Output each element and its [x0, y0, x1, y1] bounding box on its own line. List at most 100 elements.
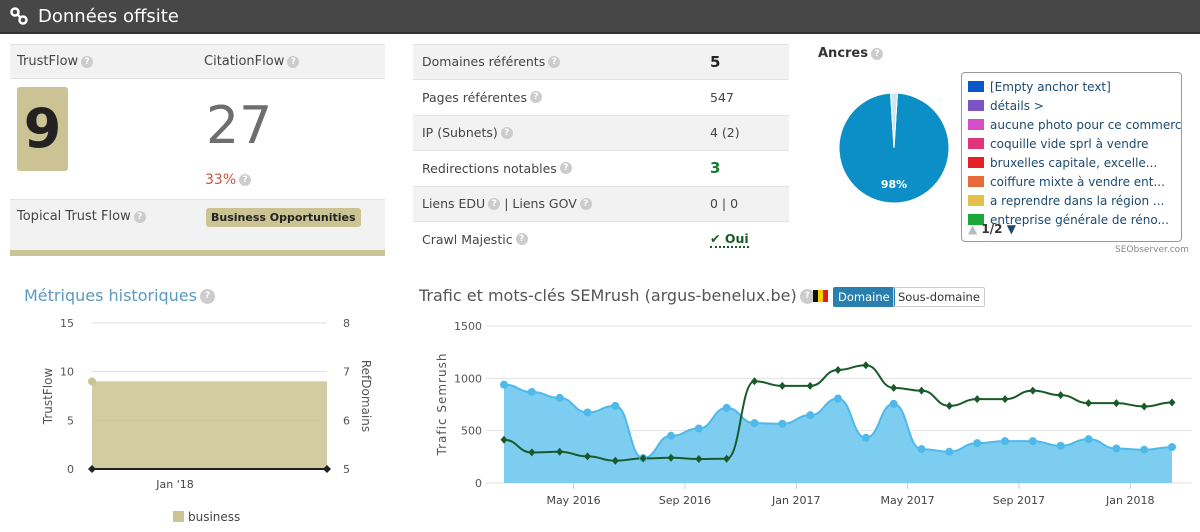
legend-item[interactable]: coquille vide sprl à vendre	[968, 134, 1181, 153]
history-chart: 0 5 5 6 10 7 15 8 Jan '18 TrustFlow RefDomains busi…	[41, 317, 373, 524]
stat-label: Crawl Majestic	[422, 231, 513, 247]
keywords-point[interactable]	[890, 383, 898, 392]
traffic-point[interactable]	[917, 445, 926, 454]
keywords-point[interactable]	[1140, 402, 1148, 411]
traffic-point[interactable]	[861, 433, 870, 442]
traffic-point[interactable]	[750, 419, 759, 428]
keywords-point[interactable]	[834, 365, 842, 374]
keywords-point[interactable]	[918, 386, 925, 395]
stat-row: Liens EDU? | Liens GOV? 0 | 0	[413, 186, 789, 222]
tab-domain[interactable]: Domaine	[833, 287, 895, 307]
traffic-point[interactable]	[583, 408, 592, 417]
help-icon[interactable]: ?	[133, 210, 146, 223]
y-axis-label: Trafic Semrush	[435, 353, 449, 457]
x-tick-label: Jan 2018	[1105, 494, 1154, 507]
keywords-point[interactable]	[1168, 398, 1176, 407]
help-icon[interactable]: ?	[515, 233, 528, 246]
legend-item[interactable]: aucune photo pour ce commerce	[968, 115, 1181, 134]
help-icon[interactable]: ?	[287, 55, 300, 68]
crawl-status[interactable]: ✔ Oui	[710, 231, 749, 248]
help-icon[interactable]: ?	[559, 162, 572, 175]
semrush-title: Trafic et mots-clés SEMrush (argus-benel…	[419, 286, 815, 305]
traffic-point[interactable]	[889, 399, 898, 408]
traffic-point[interactable]	[1084, 435, 1093, 444]
ratio-value: 33%?	[205, 172, 252, 188]
x-tick-label: Sep 2016	[659, 494, 711, 507]
traffic-point[interactable]	[500, 380, 508, 389]
stat-row: Pages référentes? 547	[413, 80, 789, 116]
y2-tick-label: 7	[343, 366, 350, 379]
belgium-flag-icon	[813, 290, 828, 302]
prev-page-icon[interactable]: ▲	[968, 222, 977, 236]
next-page-icon[interactable]: ▼	[1007, 222, 1016, 236]
help-icon[interactable]: ?	[239, 174, 252, 186]
legend-label: [Empty anchor text]	[990, 79, 1111, 94]
flow-metrics: TrustFlow? CitationFlow? 9 27 33%? Topic…	[10, 44, 385, 256]
legend-label: aucune photo pour ce commerce	[990, 117, 1182, 132]
legend-item[interactable]: détails >	[968, 96, 1181, 115]
traffic-point[interactable]	[1028, 437, 1037, 446]
keywords-point[interactable]	[862, 361, 870, 370]
stat-value: 4 (2)	[710, 125, 740, 141]
traffic-point[interactable]	[667, 431, 675, 440]
trustflow-label: TrustFlow?	[17, 54, 94, 69]
help-icon[interactable]: ?	[529, 91, 542, 104]
traffic-point[interactable]	[806, 411, 815, 420]
legend-swatch	[968, 157, 984, 168]
link-icon	[10, 7, 28, 25]
traffic-point[interactable]	[722, 403, 731, 412]
stat-value: 5	[710, 52, 721, 71]
help-icon[interactable]: ?	[488, 197, 501, 210]
help-icon[interactable]: ?	[81, 55, 94, 68]
stat-label: Redirections notables	[422, 160, 557, 176]
legend-item[interactable]: bruxelles capitale, excelle...	[968, 153, 1181, 172]
traffic-point[interactable]	[1168, 443, 1176, 452]
traffic-point[interactable]	[1001, 437, 1009, 446]
y-axis-label: TrustFlow	[41, 368, 55, 426]
data-point[interactable]	[88, 377, 96, 386]
y-tick-label: 1000	[454, 372, 482, 385]
stat-label: Liens GOV	[512, 196, 577, 212]
legend-item[interactable]: coiffure mixte à vendre ent...	[968, 172, 1181, 191]
legend-swatch	[968, 138, 984, 149]
keywords-point[interactable]	[1057, 391, 1065, 400]
credit: SEObserver.com	[1115, 245, 1189, 255]
help-icon[interactable]: ?	[871, 47, 883, 60]
keywords-point[interactable]	[1001, 395, 1009, 404]
stat-label: Domaines référents	[422, 54, 546, 70]
help-icon[interactable]: ?	[579, 197, 592, 210]
legend-pager: ▲ 1/2 ▼	[968, 222, 1016, 236]
traffic-point[interactable]	[973, 439, 982, 448]
legend-swatch	[968, 176, 984, 187]
traffic-point[interactable]	[945, 447, 954, 456]
traffic-point[interactable]	[527, 387, 536, 396]
traffic-point[interactable]	[778, 419, 787, 428]
traffic-point[interactable]	[834, 394, 842, 403]
tab-subdomain[interactable]: Sous-domaine	[893, 287, 985, 307]
traffic-point[interactable]	[1112, 444, 1121, 453]
legend-item[interactable]: a reprendre dans la région ...	[968, 191, 1181, 210]
x-tick-label: May 2017	[880, 494, 934, 507]
keywords-point[interactable]	[1112, 399, 1120, 408]
keywords-point[interactable]	[806, 381, 814, 390]
topical-label: Topical Trust Flow?	[17, 209, 146, 224]
stat-label: Liens EDU	[422, 196, 486, 212]
traffic-point[interactable]	[1056, 441, 1065, 450]
traffic-point[interactable]	[1140, 445, 1149, 454]
traffic-point[interactable]	[611, 401, 620, 410]
keywords-point[interactable]	[1085, 399, 1092, 408]
keywords-point[interactable]	[945, 401, 953, 410]
page-title: Données offsite	[38, 5, 179, 27]
traffic-point[interactable]	[694, 424, 703, 433]
help-icon[interactable]: ?	[548, 55, 561, 68]
legend-item[interactable]: [Empty anchor text]	[968, 77, 1181, 96]
traffic-point[interactable]	[555, 393, 564, 402]
help-icon[interactable]: ?	[500, 126, 513, 139]
keywords-point[interactable]	[1029, 386, 1037, 395]
y-tick-label: 15	[60, 317, 74, 330]
y-tick-label: 500	[461, 425, 482, 438]
stat-value: 547	[710, 89, 734, 105]
legend-label[interactable]: business	[188, 510, 240, 524]
keywords-point[interactable]	[973, 395, 981, 404]
keywords-point[interactable]	[778, 381, 786, 390]
